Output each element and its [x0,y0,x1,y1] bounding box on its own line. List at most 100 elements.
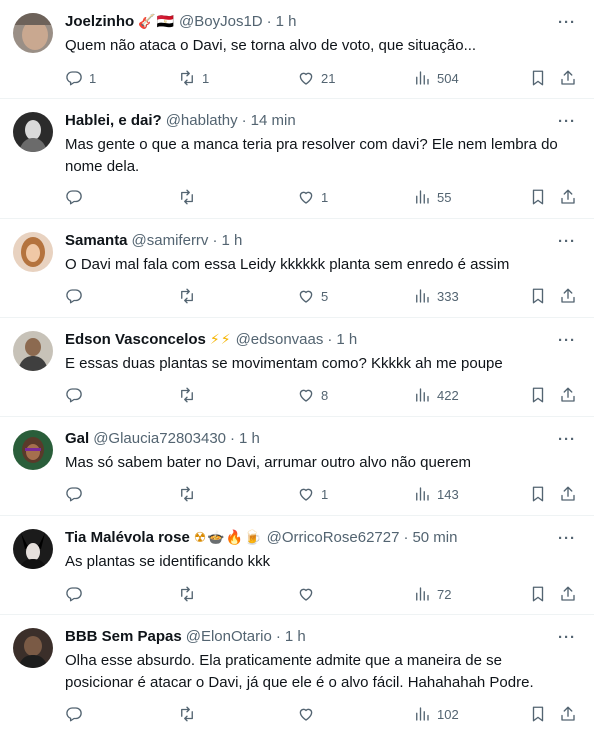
reply-button[interactable] [65,284,89,308]
views-button[interactable]: 422 [413,383,459,407]
timestamp[interactable]: 1 h [336,330,357,350]
timestamp[interactable]: 1 h [221,231,242,251]
share-button[interactable] [559,702,577,726]
like-button[interactable] [297,702,321,726]
bookmark-button[interactable] [529,383,547,407]
author-name[interactable]: Hablei, e dai? [65,111,162,131]
timestamp[interactable]: 1 h [285,627,306,647]
views-button[interactable]: 55 [413,185,451,209]
more-icon[interactable]: ··· [556,627,578,647]
author-handle[interactable]: @OrricoRose62727 [267,528,400,548]
author-handle[interactable]: @samiferrv [132,231,209,251]
bookmark-button[interactable] [529,185,547,209]
retweet-button[interactable] [178,482,202,506]
tweet[interactable]: Gal @Glaucia72803430 · 1 h ··· Mas só sa… [0,417,594,516]
views-button[interactable]: 72 [413,582,451,606]
share-button[interactable] [559,383,577,407]
retweet-button[interactable]: 1 [178,66,209,90]
more-icon[interactable]: ··· [556,12,578,32]
author-name[interactable]: Samanta [65,231,128,251]
author-name[interactable]: Edson Vasconcelos [65,330,206,350]
reply-button[interactable] [65,482,89,506]
retweet-count: 1 [202,70,210,86]
more-icon[interactable]: ··· [556,231,578,251]
retweet-button[interactable] [178,284,202,308]
avatar[interactable] [13,232,53,272]
tweet[interactable]: Hablei, e dai? @hablathy · 14 min ··· Ma… [0,99,594,219]
author-handle[interactable]: @ElonOtario [186,627,272,647]
heart-icon [299,588,313,601]
share-button[interactable] [559,482,577,506]
bookmark-button[interactable] [529,582,547,606]
timestamp[interactable]: 14 min [251,111,296,131]
tweet[interactable]: Samanta @samiferrv · 1 h ··· O Davi mal … [0,219,594,318]
reply-icon [66,487,82,502]
share-button[interactable] [559,66,577,90]
views-count: 55 [437,189,452,205]
author-handle[interactable]: @hablathy [166,111,238,131]
timestamp[interactable]: 50 min [412,528,457,548]
avatar[interactable] [13,112,53,152]
author-name[interactable]: Gal [65,429,89,449]
bookmark-button[interactable] [529,66,547,90]
reply-feed: Joelzinho 🎸🇪🇬 @BoyJos1D · 1 h ··· Quem n… [0,0,594,734]
author-handle[interactable]: @edsonvaas [236,330,324,350]
reply-button[interactable] [65,185,89,209]
views-button[interactable]: 143 [413,482,459,506]
avatar[interactable] [13,529,53,569]
separator-dot: · [327,331,333,348]
like-button[interactable]: 1 [297,185,328,209]
reply-button[interactable]: 1 [65,66,96,90]
views-icon [416,587,429,601]
bookmark-button[interactable] [529,482,547,506]
timestamp[interactable]: 1 h [276,12,297,32]
like-button[interactable] [297,582,321,606]
retweet-icon [181,586,193,602]
retweet-button[interactable] [178,702,202,726]
share-icon [561,189,575,204]
bookmark-button[interactable] [529,702,547,726]
reply-button[interactable] [65,582,89,606]
retweet-button[interactable] [178,185,202,209]
share-button[interactable] [559,582,577,606]
like-button[interactable]: 5 [297,284,328,308]
tweet[interactable]: Joelzinho 🎸🇪🇬 @BoyJos1D · 1 h ··· Quem n… [0,0,594,99]
retweet-button[interactable] [178,383,202,407]
reply-button[interactable] [65,702,89,726]
more-icon[interactable]: ··· [556,429,578,449]
tweet[interactable]: Edson Vasconcelos ⚡⚡ @edsonvaas · 1 h ··… [0,318,594,417]
avatar[interactable] [13,430,53,470]
bookmark-button[interactable] [529,284,547,308]
views-button[interactable]: 333 [413,284,459,308]
share-button[interactable] [559,185,577,209]
more-icon[interactable]: ··· [556,111,578,131]
separator-dot: · [230,430,236,447]
author-name[interactable]: Tia Malévola rose [65,528,190,548]
views-button[interactable]: 504 [413,66,459,90]
bookmark-icon [532,70,544,86]
more-icon[interactable]: ··· [556,528,578,548]
like-count: 5 [321,288,329,304]
separator-dot: · [266,13,272,30]
retweet-button[interactable] [178,582,202,606]
avatar[interactable] [13,628,53,668]
views-button[interactable]: 102 [413,702,459,726]
author-handle[interactable]: @Glaucia72803430 [93,429,226,449]
timestamp[interactable]: 1 h [239,429,260,449]
author-name[interactable]: Joelzinho [65,12,134,32]
like-button[interactable]: 1 [297,482,328,506]
like-button[interactable]: 8 [297,383,328,407]
avatar[interactable] [13,331,53,371]
share-button[interactable] [559,284,577,308]
tweet[interactable]: Tia Malévola rose ☢🍲🔥🍺 @OrricoRose62727 … [0,516,594,615]
author-name[interactable]: BBB Sem Papas [65,627,182,647]
tweet[interactable]: BBB Sem Papas @ElonOtario · 1 h ··· Olha… [0,615,594,734]
author-handle[interactable]: @BoyJos1D [179,12,263,32]
heart-icon [299,290,313,303]
more-icon[interactable]: ··· [556,330,578,350]
retweet-icon [181,70,193,86]
reply-button[interactable] [65,383,89,407]
like-button[interactable]: 21 [297,66,335,90]
avatar[interactable] [13,13,53,53]
reply-icon [66,388,82,403]
